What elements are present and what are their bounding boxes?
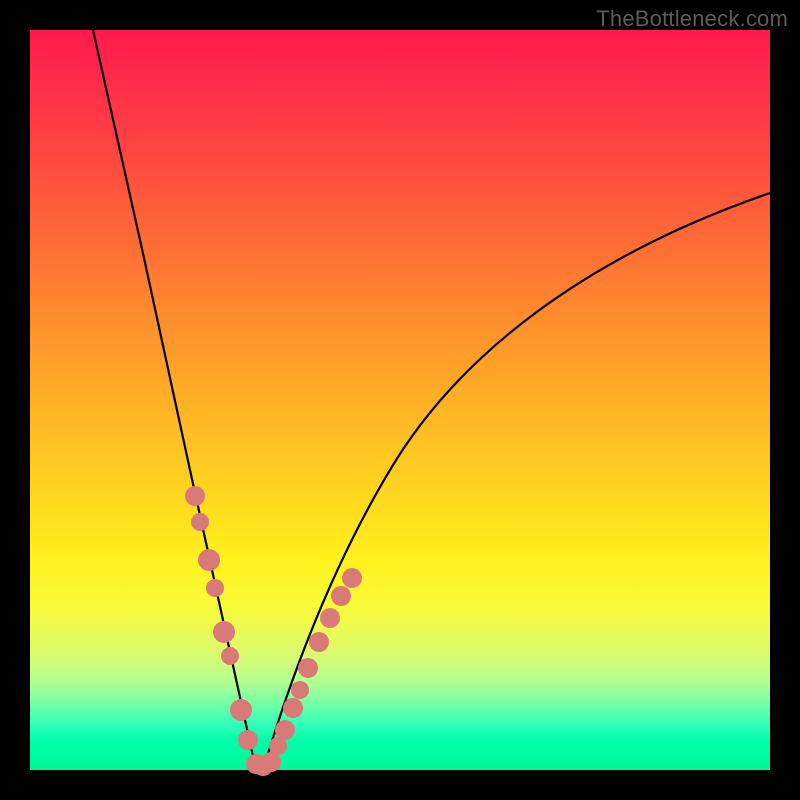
watermark-text: TheBottleneck.com [596, 6, 788, 32]
plot-area [30, 30, 770, 770]
chart-frame: TheBottleneck.com [0, 0, 800, 800]
curve-right [263, 193, 770, 770]
curve-svg [30, 30, 770, 770]
marker-dots [185, 486, 362, 776]
